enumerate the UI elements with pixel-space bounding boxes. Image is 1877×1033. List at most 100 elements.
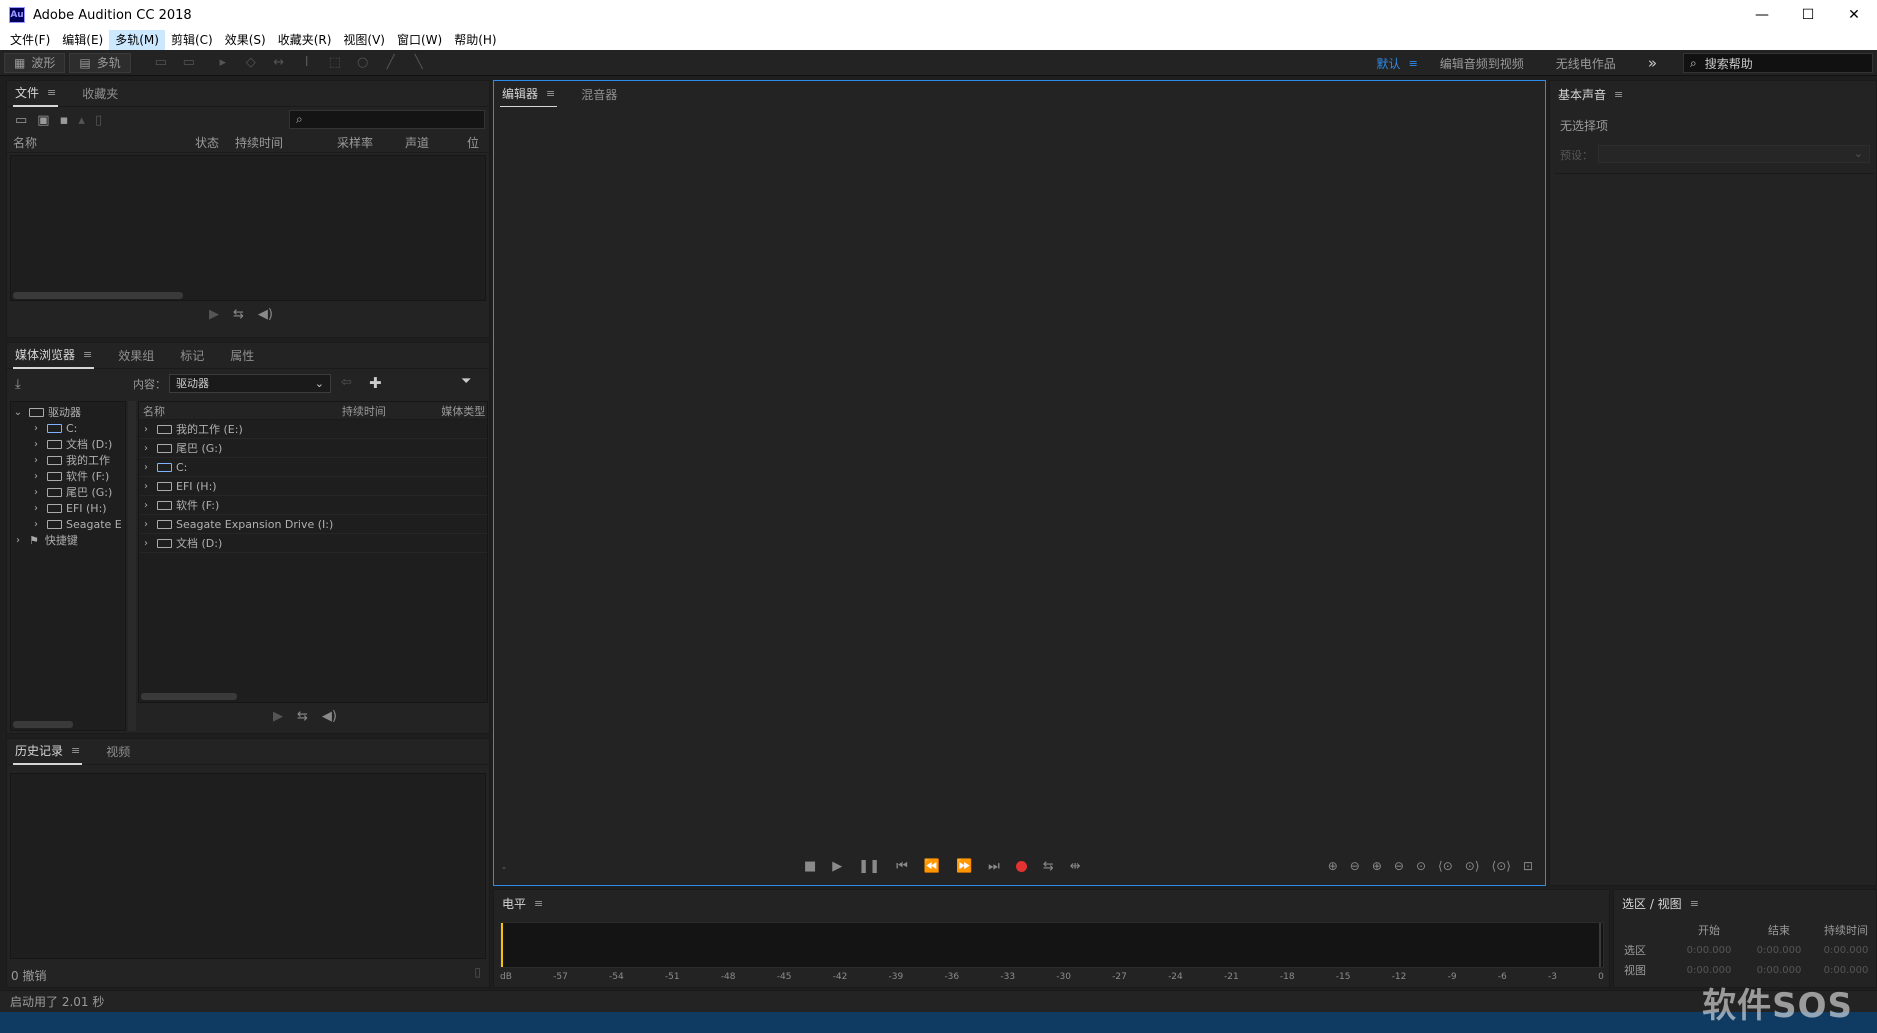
workspace-radio-production[interactable]: 无线电作品: [1540, 55, 1632, 72]
view-duration-value[interactable]: 0:00.000: [1814, 965, 1877, 976]
open-file-icon[interactable]: ▭: [15, 113, 27, 128]
zoom-in-left-icon[interactable]: ⟨⊙: [1438, 859, 1453, 873]
workspace-edit-to-video[interactable]: 编辑音频到视频: [1424, 55, 1540, 72]
tree-item-f[interactable]: › 软件 (F:): [11, 468, 125, 484]
new-file-icon[interactable]: ▪: [60, 113, 69, 128]
waveform-mode-button[interactable]: ▦ 波形: [4, 52, 66, 73]
tab-selection-view[interactable]: 选区 / 视图 ≡: [1620, 891, 1701, 916]
tree-item-g[interactable]: › 尾巴 (G:): [11, 484, 125, 500]
go-to-end-icon[interactable]: ⏭: [988, 859, 1000, 874]
move-tool-icon[interactable]: ▸: [213, 53, 233, 73]
tab-essential-sound[interactable]: 基本声音 ≡: [1556, 82, 1625, 107]
rewind-icon[interactable]: ⏪: [924, 859, 940, 874]
zoom-out-amplitude-icon[interactable]: ⊖: [1350, 859, 1360, 873]
zoom-in-time-icon[interactable]: ⊕: [1372, 859, 1382, 873]
spectral-display-icon[interactable]: ▭: [151, 53, 171, 73]
zoom-in-right-icon[interactable]: ⊙⟩: [1465, 859, 1480, 873]
list-item[interactable]: › 我的工作 (E:): [139, 420, 487, 439]
tree-item-c[interactable]: › C:: [11, 420, 125, 436]
preset-select[interactable]: ⌄: [1598, 145, 1870, 163]
tab-markers[interactable]: 标记: [178, 343, 206, 368]
col-sample-rate[interactable]: 采样率: [337, 134, 405, 151]
multitrack-mode-button[interactable]: ▤ 多轨: [69, 52, 131, 73]
tab-level-meter[interactable]: 电平 ≡: [500, 891, 545, 916]
panel-menu-icon[interactable]: ≡: [546, 87, 555, 100]
pitch-display-icon[interactable]: ▭: [179, 53, 199, 73]
filter-icon[interactable]: ⏷: [461, 374, 471, 389]
marquee-tool-icon[interactable]: ⬚: [325, 53, 345, 73]
preview-play-icon[interactable]: ▶: [273, 709, 283, 724]
pause-icon[interactable]: ❚❚: [858, 859, 880, 874]
time-selection-tool-icon[interactable]: Ⅰ: [297, 53, 317, 73]
zoom-selection-icon[interactable]: ⟨⊙⟩: [1492, 859, 1511, 873]
media-import-icon[interactable]: ⤓: [15, 377, 21, 392]
close-button[interactable]: ✕: [1831, 0, 1877, 30]
tab-editor[interactable]: 编辑器 ≡: [500, 81, 558, 108]
stop-icon[interactable]: ■: [804, 859, 816, 874]
preview-loop-icon[interactable]: ⇆: [297, 709, 308, 724]
menu-clip[interactable]: 剪辑(C): [165, 30, 219, 50]
list-item[interactable]: › C:: [139, 458, 487, 477]
delete-icon[interactable]: ▯: [95, 113, 102, 128]
play-icon[interactable]: ▶: [832, 859, 842, 874]
tree-root-drives[interactable]: ⌄ 驱动器: [11, 404, 125, 420]
menu-help[interactable]: 帮助(H): [448, 30, 502, 50]
list-item[interactable]: › 文档 (D:): [139, 534, 487, 553]
col-name[interactable]: 名称: [13, 134, 195, 151]
insert-icon[interactable]: ▴: [78, 113, 85, 128]
tree-item-h[interactable]: › EFI (H:): [11, 500, 125, 516]
selection-start-value[interactable]: 0:00.000: [1674, 945, 1744, 956]
list-item[interactable]: › 尾巴 (G:): [139, 439, 487, 458]
loop-playback-icon[interactable]: ⇆: [1043, 859, 1054, 874]
col-duration[interactable]: 持续时间: [342, 403, 441, 419]
menu-edit[interactable]: 编辑(E): [56, 30, 109, 50]
col-status[interactable]: 状态: [195, 134, 235, 151]
splitter-handle[interactable]: [128, 401, 136, 731]
panel-menu-icon[interactable]: ≡: [534, 897, 543, 910]
zoom-fit-icon[interactable]: ⊡: [1523, 859, 1533, 873]
workspace-menu-icon[interactable]: ≡: [1409, 57, 1418, 70]
col-media-type[interactable]: 媒体类型: [441, 403, 487, 419]
tab-files[interactable]: 文件 ≡: [13, 80, 59, 107]
files-search-input[interactable]: ⌕: [289, 110, 485, 129]
col-duration[interactable]: 持续时间: [235, 134, 337, 151]
menu-multitrack[interactable]: 多轨(M): [109, 30, 165, 50]
tab-favorites[interactable]: 收藏夹: [80, 81, 120, 106]
preview-play-icon[interactable]: ▶: [209, 307, 219, 322]
list-item[interactable]: › 软件 (F:): [139, 496, 487, 515]
selection-duration-value[interactable]: 0:00.000: [1814, 945, 1877, 956]
col-bits[interactable]: 位: [467, 134, 487, 151]
list-scrollbar[interactable]: [141, 693, 237, 700]
tree-scrollbar[interactable]: [13, 721, 73, 728]
spot-healing-tool-icon[interactable]: ╲: [409, 53, 429, 73]
record-icon[interactable]: [1015, 861, 1027, 872]
tab-video[interactable]: 视频: [104, 739, 132, 764]
panel-menu-icon[interactable]: ≡: [47, 86, 56, 99]
menu-file[interactable]: 文件(F): [4, 30, 56, 50]
tab-mixer[interactable]: 混音器: [579, 82, 619, 107]
tab-history[interactable]: 历史记录 ≡: [13, 738, 83, 765]
zoom-in-amplitude-icon[interactable]: ⊕: [1328, 859, 1338, 873]
fast-forward-icon[interactable]: ⏩: [956, 859, 972, 874]
col-channels[interactable]: 声道: [405, 134, 467, 151]
tab-effects-rack[interactable]: 效果组: [116, 343, 156, 368]
col-name[interactable]: 名称: [143, 403, 342, 419]
preview-autoplay-icon[interactable]: ◀): [322, 709, 337, 724]
files-scrollbar[interactable]: [13, 292, 183, 299]
zoom-out-time-icon[interactable]: ⊖: [1394, 859, 1404, 873]
go-to-start-icon[interactable]: ⏮: [896, 859, 908, 874]
view-start-value[interactable]: 0:00.000: [1674, 965, 1744, 976]
menu-window[interactable]: 窗口(W): [391, 30, 448, 50]
tab-media-browser[interactable]: 媒体浏览器 ≡: [13, 342, 95, 369]
view-end-value[interactable]: 0:00.000: [1744, 965, 1814, 976]
selection-end-value[interactable]: 0:00.000: [1744, 945, 1814, 956]
tree-item-e[interactable]: › 我的工作: [11, 452, 125, 468]
tab-properties[interactable]: 属性: [228, 343, 256, 368]
panel-menu-icon[interactable]: ≡: [1690, 897, 1699, 910]
brush-tool-icon[interactable]: ╱: [381, 53, 401, 73]
import-file-icon[interactable]: ▣: [37, 113, 49, 128]
workspace-overflow-icon[interactable]: »: [1632, 54, 1673, 72]
list-item[interactable]: › EFI (H:): [139, 477, 487, 496]
slip-tool-icon[interactable]: ↔: [269, 53, 289, 73]
menu-favorites[interactable]: 收藏夹(R): [272, 30, 338, 50]
